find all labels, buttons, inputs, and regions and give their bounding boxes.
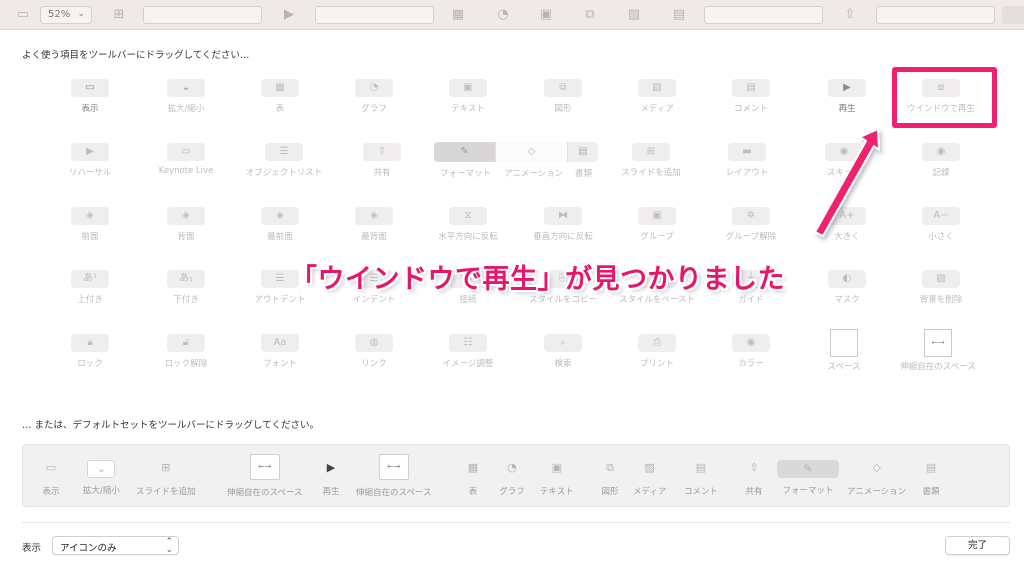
default-item-text: ▣ テキスト [540,457,574,497]
flexible-space-icon: ←→ [378,454,409,480]
default-item-format: ✎ フォーマット [777,457,839,496]
default-item-chart: ◔ グラフ [498,457,526,497]
default-item-label: 拡大/縮小 [83,486,120,496]
default-item-label: スライドを追加 [136,487,196,497]
document-icon: ▤ [925,461,937,474]
default-item-label: コメント [684,487,719,497]
play-icon: ▶ [326,461,336,474]
divider [22,522,1010,523]
default-item-zoom: ⌄ 拡大/縮小 [83,457,120,496]
default-set-heading: … または、デフォルトセットをツールバーにドラッグしてください。 [22,420,319,431]
default-item-label: 表 [468,487,478,497]
media-icon: ▨ [644,461,655,474]
callout-text: 「ウインドウで再生」が見つかりました [290,264,785,295]
default-item-animate: ◇ アニメーション [847,457,906,497]
comment-icon: ▤ [695,461,707,474]
default-item-label: 伸縮自在のスペース [356,488,432,498]
default-item-share: ⇧ 共有 [740,457,768,497]
chart-icon: ◔ [507,461,517,474]
default-item-view: ▭ 表示 [37,457,65,497]
default-item-label: 表示 [42,487,60,497]
default-item-label: メディア [633,487,667,497]
share-icon: ⇧ [749,461,759,474]
show-popup[interactable]: アイコンのみ ⌃ ⌄ [52,536,179,555]
format-brush-icon: ✎ [777,460,839,478]
default-item-label: 図形 [601,487,619,497]
flexible-space-icon: ←→ [249,454,280,480]
default-item-label: 共有 [745,487,763,497]
default-toolbar-set[interactable]: ▭ 表示 ⌄ 拡大/縮小 ⊞ スライドを追加 ←→ 伸縮自在のスペース ▶ 再生 ←→ 伸縮… [22,444,1010,507]
sidebar-icon: ▭ [45,461,57,474]
default-item-media: ▨ メディア [633,457,666,497]
default-item-label: フォーマット [782,486,834,496]
default-item-label: テキスト [540,487,574,497]
show-popup-value: アイコンのみ [60,543,117,554]
show-label: 表示 [22,543,42,554]
default-item-label: 書類 [922,487,940,497]
default-item-label: 伸縮自在のスペース [227,488,303,498]
default-item-comment: ▤ コメント [684,457,718,497]
text-icon: ▣ [551,461,563,474]
default-item-shape: ⧉ 図形 [596,457,624,497]
up-down-chevron-icon: ⌃ ⌄ [165,537,173,555]
default-item-flexible-space: ←→ 伸縮自在のスペース [356,454,432,498]
animation-diamond-icon: ◇ [872,461,881,474]
shape-icon: ⧉ [606,461,614,474]
table-icon: ▦ [467,461,479,474]
default-item-flexible-space: ←→ 伸縮自在のスペース [227,454,303,498]
default-item-table: ▦ 表 [459,457,487,497]
default-item-add-slide: ⊞ スライドを追加 [136,457,196,497]
chevron-down-icon: ⌄ [87,460,116,478]
default-item-play: ▶ 再生 [317,457,345,497]
add-slide-icon: ⊞ [161,461,171,474]
done-button[interactable]: 完了 [945,536,1010,555]
default-item-document: ▤ 書類 [917,457,945,497]
default-item-label: 再生 [322,487,340,497]
default-item-label: アニメーション [847,487,907,497]
default-item-label: グラフ [499,487,525,497]
